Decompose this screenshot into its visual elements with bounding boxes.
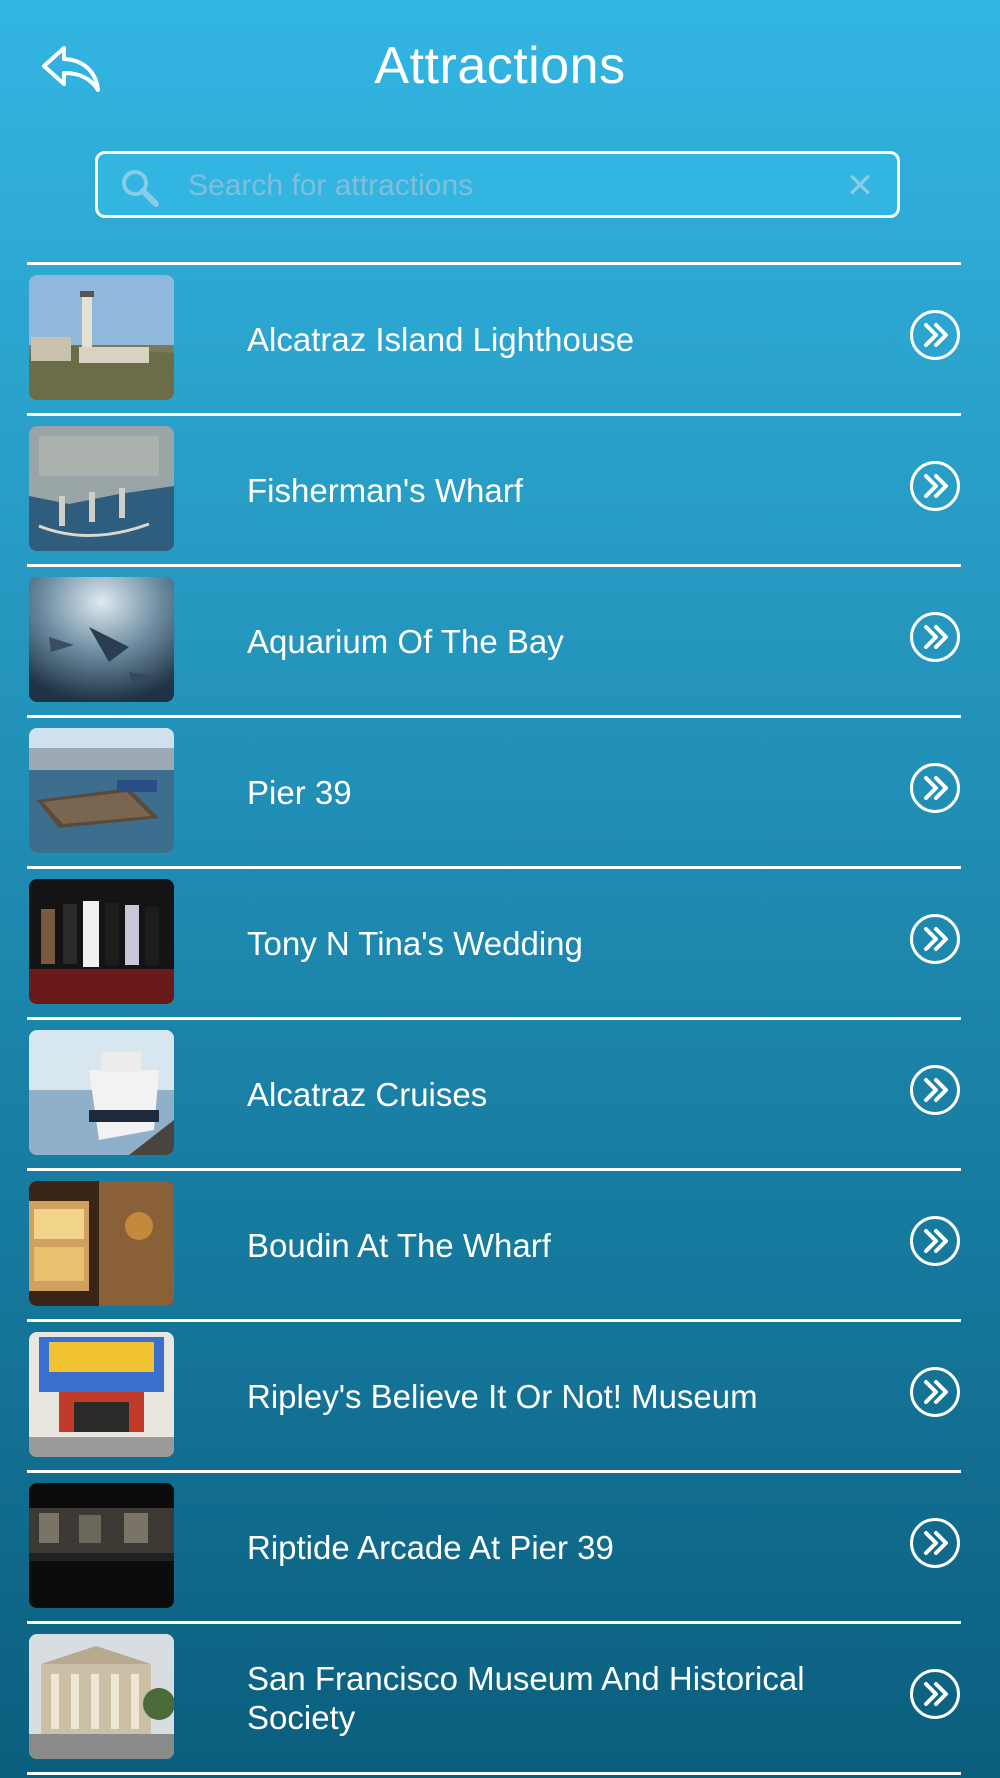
list-item[interactable]: Boudin At The Wharf xyxy=(27,1171,961,1319)
double-chevron-right-circle-icon[interactable] xyxy=(909,1668,961,1720)
page-title: Attractions xyxy=(374,37,626,95)
header: Attractions xyxy=(0,0,1000,140)
list-item[interactable]: San Francisco Museum And Historical Soci… xyxy=(27,1624,961,1772)
double-chevron-right-circle-icon[interactable] xyxy=(909,762,961,814)
search-input[interactable] xyxy=(186,154,830,217)
list-item[interactable]: Ripley's Believe It Or Not! Museum xyxy=(27,1322,961,1470)
ferry-boat-photo xyxy=(29,1030,174,1155)
attraction-name: Fisherman's Wharf xyxy=(247,471,523,509)
list-item[interactable]: Riptide Arcade At Pier 39 xyxy=(27,1473,961,1621)
double-chevron-right-circle-icon[interactable] xyxy=(909,460,961,512)
arcade-interior-photo xyxy=(29,1483,174,1608)
double-chevron-right-circle-icon[interactable] xyxy=(909,1215,961,1267)
double-chevron-right-circle-icon[interactable] xyxy=(909,1366,961,1418)
list-item[interactable]: Alcatraz Cruises xyxy=(27,1020,961,1168)
lighthouse-photo xyxy=(29,275,174,400)
double-chevron-right-circle-icon[interactable] xyxy=(909,611,961,663)
search-bar: ✕ xyxy=(95,151,900,218)
list-item[interactable]: Pier 39 xyxy=(27,718,961,866)
attraction-name: Alcatraz Island Lighthouse xyxy=(247,320,635,358)
double-chevron-right-circle-icon[interactable] xyxy=(909,1064,961,1116)
list-item[interactable]: Aquarium Of The Bay xyxy=(27,567,961,715)
list-item[interactable]: Alcatraz Island Lighthouse xyxy=(27,265,961,413)
double-chevron-right-circle-icon[interactable] xyxy=(909,913,961,965)
wedding-cast-photo xyxy=(29,879,174,1004)
attraction-name: Ripley's Believe It Or Not! Museum xyxy=(247,1377,758,1415)
divider xyxy=(27,1772,961,1775)
sea-lions-pier-photo xyxy=(29,728,174,853)
attractions-list: Alcatraz Island Lighthouse Fisherman's W… xyxy=(27,262,961,1775)
magnifier-icon xyxy=(122,170,159,207)
museum-entrance-photo xyxy=(29,1332,174,1457)
attraction-name: Tony N Tina's Wedding xyxy=(247,924,583,962)
historic-building-photo xyxy=(29,1634,174,1759)
list-item[interactable]: Tony N Tina's Wedding xyxy=(27,869,961,1017)
double-chevron-right-circle-icon[interactable] xyxy=(909,1517,961,1569)
aerial-wharf-photo xyxy=(29,426,174,551)
attraction-name: Riptide Arcade At Pier 39 xyxy=(247,1528,614,1566)
attraction-name: San Francisco Museum And Historical Soci… xyxy=(247,1660,805,1736)
bakery-storefront-photo xyxy=(29,1181,174,1306)
attraction-name: Aquarium Of The Bay xyxy=(247,622,564,660)
aquarium-tunnel-photo xyxy=(29,577,174,702)
close-icon[interactable]: ✕ xyxy=(843,166,877,206)
attraction-name: Pier 39 xyxy=(247,773,352,811)
attraction-name: Boudin At The Wharf xyxy=(247,1226,551,1264)
list-item[interactable]: Fisherman's Wharf xyxy=(27,416,961,564)
attraction-name: Alcatraz Cruises xyxy=(247,1075,488,1113)
double-chevron-right-circle-icon[interactable] xyxy=(909,309,961,361)
